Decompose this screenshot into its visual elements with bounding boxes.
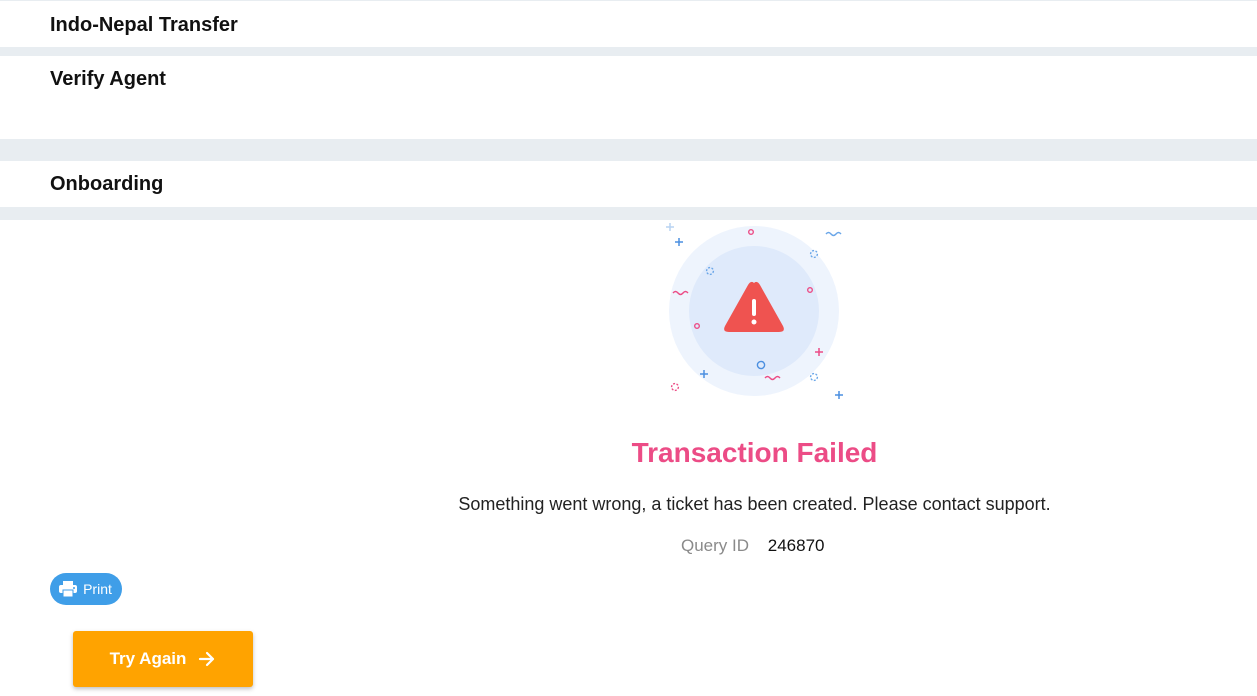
section-title: Verify Agent bbox=[50, 68, 166, 90]
print-button[interactable]: Print bbox=[50, 573, 122, 605]
section-indo-nepal-transfer[interactable]: Indo-Nepal Transfer bbox=[0, 1, 1257, 47]
section-title: Indo-Nepal Transfer bbox=[50, 14, 238, 36]
separator-band bbox=[0, 47, 1257, 56]
section-onboarding[interactable]: Onboarding bbox=[0, 161, 1257, 207]
separator-band bbox=[0, 207, 1257, 220]
try-again-button[interactable]: Try Again bbox=[73, 631, 253, 687]
transaction-result: Transaction Failed Something went wrong,… bbox=[0, 220, 1257, 696]
section-title: Onboarding bbox=[50, 173, 164, 195]
print-label: Print bbox=[83, 581, 112, 597]
try-again-label: Try Again bbox=[109, 649, 187, 668]
arrow-right-icon bbox=[199, 651, 215, 667]
query-id-row: Query ID 246870 bbox=[681, 536, 825, 556]
result-title: Transaction Failed bbox=[631, 437, 878, 468]
query-id-label: Query ID bbox=[681, 536, 750, 555]
section-verify-agent[interactable]: Verify Agent bbox=[0, 56, 1257, 139]
query-id-value: 246870 bbox=[767, 536, 825, 555]
result-message: Something went wrong, a ticket has been … bbox=[458, 494, 1051, 514]
warning-illustration bbox=[666, 223, 843, 399]
separator-band bbox=[0, 139, 1257, 161]
printer-icon bbox=[59, 581, 78, 598]
